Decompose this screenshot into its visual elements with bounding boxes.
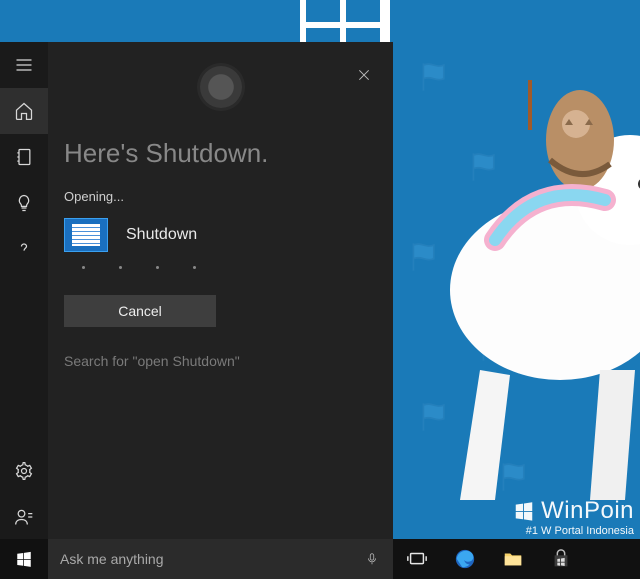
task-view-icon[interactable] <box>393 539 441 579</box>
menu-icon[interactable] <box>0 42 48 88</box>
cancel-button[interactable]: Cancel <box>64 295 216 327</box>
desktop: Here's Shutdown. Opening... Shutdown Can… <box>0 0 640 579</box>
edge-browser-icon[interactable] <box>441 539 489 579</box>
watermark: WinPoin #1 W Portal Indonesia <box>513 497 634 537</box>
home-icon[interactable] <box>0 88 48 134</box>
opening-status: Opening... <box>64 189 377 204</box>
cortana-heading: Here's Shutdown. <box>64 138 377 169</box>
result-label: Shutdown <box>126 226 197 244</box>
help-icon[interactable] <box>0 226 48 272</box>
search-suggestion[interactable]: Search for "open Shutdown" <box>64 353 377 369</box>
settings-icon[interactable] <box>0 448 48 494</box>
store-icon[interactable] <box>537 539 585 579</box>
lightbulb-icon[interactable] <box>0 180 48 226</box>
feedback-icon[interactable] <box>0 494 48 540</box>
search-result-shutdown[interactable]: Shutdown <box>64 218 377 252</box>
file-explorer-icon[interactable] <box>489 539 537 579</box>
taskbar <box>0 539 640 579</box>
windows-logo-icon <box>513 500 535 522</box>
notebook-icon[interactable] <box>0 134 48 180</box>
search-box[interactable] <box>48 539 393 579</box>
cortana-side-rail <box>0 42 48 540</box>
cortana-content: Here's Shutdown. Opening... Shutdown Can… <box>48 42 393 540</box>
start-button[interactable] <box>0 539 48 579</box>
app-thumb-icon <box>64 218 108 252</box>
search-input[interactable] <box>60 551 353 567</box>
microphone-icon[interactable] <box>363 550 381 568</box>
progress-dots <box>64 266 377 269</box>
cortana-ring-icon <box>200 66 242 108</box>
cortana-panel: Here's Shutdown. Opening... Shutdown Can… <box>0 42 393 540</box>
close-button[interactable] <box>349 60 379 90</box>
